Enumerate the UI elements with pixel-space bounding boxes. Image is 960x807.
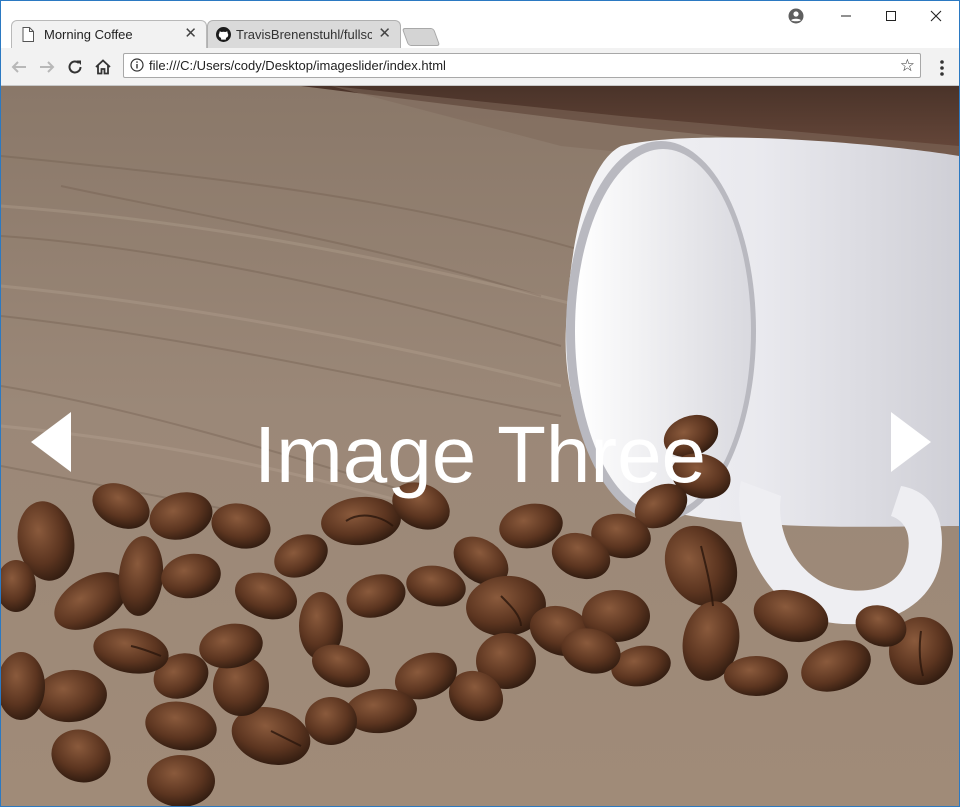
arrow-left-icon — [11, 61, 26, 73]
arrow-right-icon — [40, 61, 55, 73]
close-icon — [930, 10, 942, 22]
back-button[interactable] — [7, 55, 31, 79]
star-icon[interactable]: ☆ — [900, 56, 915, 76]
tab-title: TravisBrenenstuhl/fullscre — [236, 27, 372, 42]
address-bar[interactable]: file:///C:/Users/cody/Desktop/imageslide… — [123, 53, 921, 78]
browser-toolbar: file:///C:/Users/cody/Desktop/imageslide… — [1, 48, 959, 86]
info-icon[interactable] — [130, 58, 144, 72]
reload-icon — [68, 60, 82, 74]
close-icon[interactable]: ✕ — [378, 25, 391, 43]
maximize-icon — [886, 11, 896, 21]
url-text: file:///C:/Users/cody/Desktop/imageslide… — [149, 58, 446, 73]
slide-caption: Image Three — [253, 410, 707, 499]
maximize-button[interactable] — [868, 5, 914, 27]
minimize-button[interactable] — [823, 5, 869, 27]
page-icon — [22, 27, 34, 42]
github-icon — [216, 27, 231, 42]
tab-github[interactable]: TravisBrenenstuhl/fullscre ✕ — [207, 20, 401, 48]
reload-button[interactable] — [63, 55, 87, 79]
browser-window: Morning Coffee ✕ TravisBrenenstuhl/fulls… — [0, 0, 960, 807]
profile-icon[interactable] — [787, 7, 805, 25]
image-slider: Image Three — [1, 86, 959, 806]
title-bar: Morning Coffee ✕ TravisBrenenstuhl/fulls… — [1, 1, 959, 48]
menu-icon[interactable] — [934, 58, 950, 78]
home-icon — [95, 59, 111, 75]
home-button[interactable] — [91, 55, 115, 79]
close-window-button[interactable] — [913, 5, 959, 27]
new-tab-button[interactable] — [401, 28, 441, 46]
tab-title: Morning Coffee — [44, 27, 133, 42]
forward-button[interactable] — [35, 55, 59, 79]
close-icon[interactable]: ✕ — [184, 25, 197, 43]
minimize-icon — [841, 15, 851, 17]
tab-morning-coffee[interactable]: Morning Coffee ✕ — [11, 20, 207, 48]
